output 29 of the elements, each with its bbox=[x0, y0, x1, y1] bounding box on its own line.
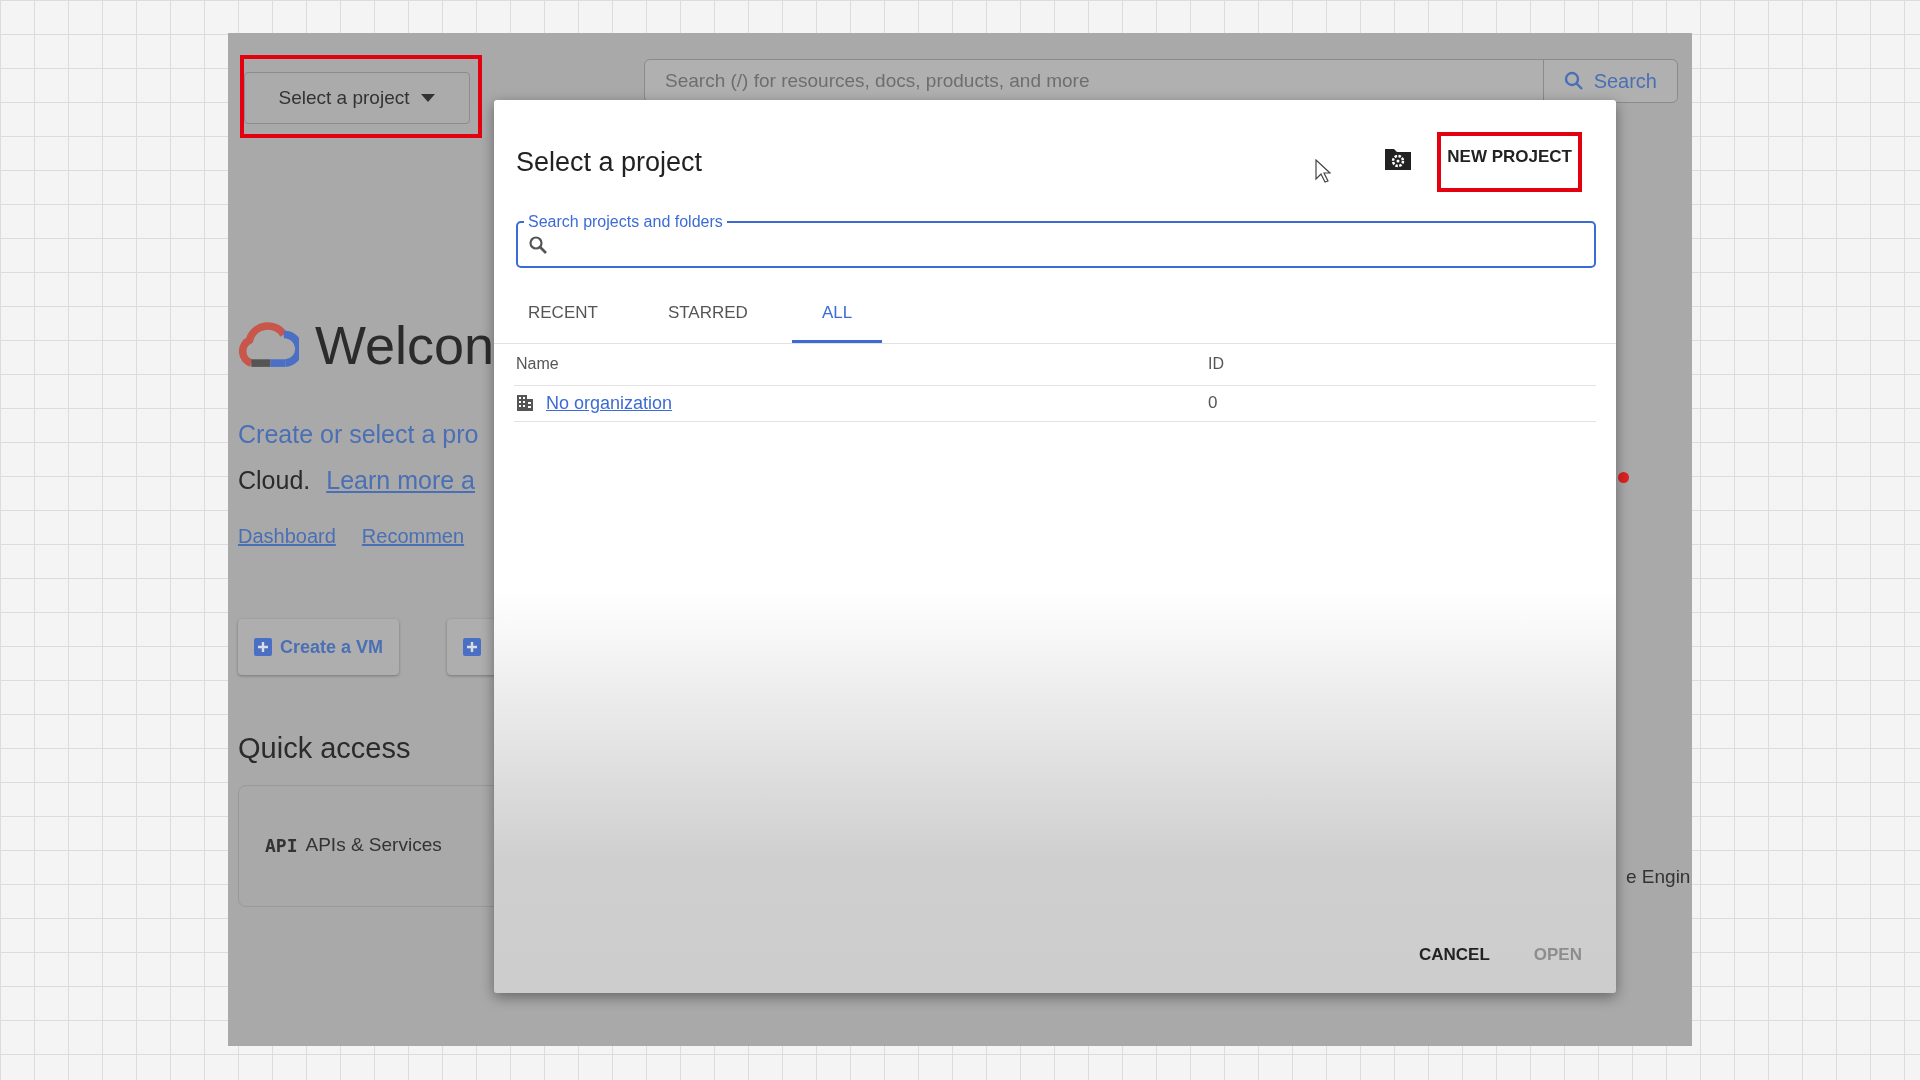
tab[interactable]: RECENT bbox=[502, 290, 624, 343]
caret-icon bbox=[421, 94, 436, 102]
card-label: e Engin bbox=[1626, 865, 1691, 889]
section-title: Quick access bbox=[238, 731, 412, 766]
dialog-button[interactable]: CANCEL bbox=[1408, 935, 1500, 973]
api-icon: API bbox=[265, 832, 298, 859]
intro-text: Cloud. bbox=[238, 464, 311, 496]
intro-text: Create or select a pro bbox=[238, 419, 480, 450]
search-icon bbox=[1563, 71, 1584, 91]
building-icon bbox=[516, 394, 534, 412]
card-label: APIs & Services bbox=[305, 833, 442, 858]
table-cell-text: 0 bbox=[1208, 392, 1218, 415]
plus-square-icon bbox=[254, 638, 272, 656]
welcome-title: Welcon bbox=[314, 318, 494, 372]
tab[interactable]: ALL bbox=[791, 290, 883, 343]
new-project-button[interactable]: NEW PROJECT bbox=[1445, 144, 1574, 170]
dialog-title: Select a project bbox=[516, 145, 703, 179]
folder-gear-icon[interactable] bbox=[1383, 146, 1414, 172]
search-icon bbox=[528, 235, 548, 255]
cloud-logo-icon bbox=[238, 320, 299, 370]
column-header: ID bbox=[1208, 354, 1224, 374]
organization-link[interactable]: No organization bbox=[546, 389, 673, 417]
tab[interactable]: STARRED bbox=[641, 290, 774, 343]
column-header: Name bbox=[516, 354, 559, 374]
pointer-dot bbox=[1618, 472, 1629, 483]
cursor-icon bbox=[1315, 159, 1332, 183]
plus-square-icon bbox=[463, 638, 482, 656]
project-selector[interactable]: Select a project bbox=[244, 72, 470, 124]
search-field[interactable]: Search projects and folders bbox=[516, 212, 1596, 268]
